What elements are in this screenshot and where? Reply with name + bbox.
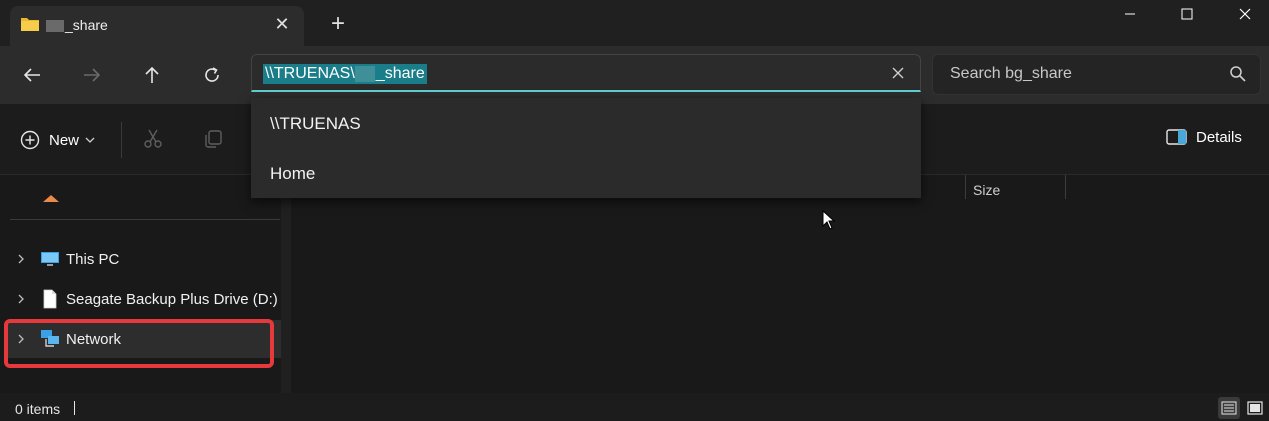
chevron-down-icon [85, 137, 95, 143]
column-divider[interactable] [965, 175, 966, 199]
status-bar [0, 393, 1269, 421]
tab-close-button[interactable]: ✕ [270, 12, 294, 36]
address-suggestions-dropdown [251, 98, 921, 198]
copy-button[interactable] [203, 129, 223, 154]
item-count: 0 items [15, 401, 61, 417]
sidebar-divider [10, 219, 280, 220]
maximize-icon [1181, 8, 1193, 20]
sidebar-item-label: Seagate Backup Plus Drive (D:) [66, 291, 278, 308]
forward-button[interactable] [75, 58, 109, 92]
list-view-icon [1221, 401, 1237, 415]
computer-icon [41, 252, 59, 266]
details-label: Details [1196, 128, 1242, 146]
file-list-area[interactable] [295, 200, 1269, 393]
mouse-cursor-icon [822, 209, 836, 235]
search-placeholder: Search bg_share [950, 65, 1072, 82]
redacted-text [46, 20, 64, 33]
annotation-highlight-box [4, 319, 274, 368]
back-button[interactable] [15, 58, 49, 92]
suggestion-item-home[interactable]: Home [270, 164, 315, 184]
tab-title: _share [46, 17, 108, 33]
clear-address-button[interactable] [886, 61, 910, 85]
details-view-button[interactable] [1218, 397, 1240, 419]
drive-icon [43, 289, 57, 309]
status-divider [74, 401, 75, 415]
redacted-text [354, 65, 375, 82]
new-button[interactable]: New [20, 126, 95, 154]
new-tab-button[interactable]: + [326, 12, 350, 36]
chevron-right-icon[interactable] [16, 253, 26, 265]
minimize-button[interactable] [1102, 0, 1158, 28]
preview-view-icon [1247, 401, 1263, 415]
search-icon[interactable] [1229, 65, 1247, 83]
chevron-right-icon[interactable] [16, 293, 26, 305]
arrow-right-icon [84, 68, 101, 82]
minimize-icon [1125, 13, 1135, 15]
folder-icon [20, 16, 40, 32]
home-icon [42, 190, 60, 208]
address-input-value[interactable]: \\TRUENAS\ _share [263, 64, 427, 84]
details-pane-icon [1166, 129, 1187, 145]
sidebar-item-this-pc[interactable]: This PC [0, 240, 281, 278]
sidebar-item-label: This PC [66, 251, 120, 268]
cut-button[interactable] [143, 129, 163, 154]
column-header-size[interactable]: Size [973, 182, 1000, 198]
close-icon [892, 67, 904, 79]
sidebar-scrollbar[interactable] [281, 175, 291, 393]
sidebar-item-seagate-drive[interactable]: Seagate Backup Plus Drive (D:) [0, 280, 281, 318]
close-icon [1239, 8, 1251, 20]
new-button-label: New [49, 131, 80, 149]
scissors-icon [144, 129, 162, 148]
close-window-button[interactable] [1217, 0, 1269, 28]
copy-icon [205, 130, 222, 148]
toolbar-divider [121, 122, 122, 158]
column-divider[interactable] [1065, 175, 1066, 199]
up-button[interactable] [135, 58, 169, 92]
maximize-button[interactable] [1159, 0, 1215, 28]
arrow-left-icon [23, 68, 40, 82]
refresh-icon [205, 67, 219, 82]
arrow-up-icon [145, 66, 159, 83]
suggestion-item-truenas[interactable]: \\TRUENAS [270, 114, 361, 134]
plus-circle-icon [20, 130, 40, 150]
refresh-button[interactable] [195, 58, 229, 92]
tiles-view-button[interactable] [1244, 397, 1266, 419]
details-button[interactable]: Details [1166, 128, 1242, 146]
